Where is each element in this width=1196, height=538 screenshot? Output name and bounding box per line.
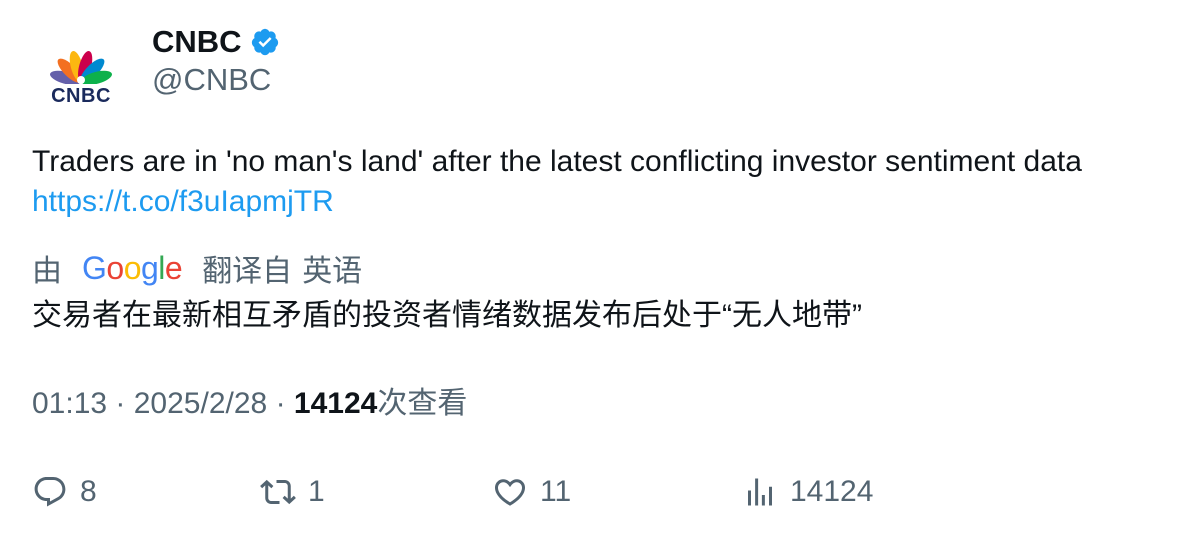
cnbc-peacock-icon bbox=[50, 51, 112, 84]
meta-separator-2: · bbox=[275, 387, 294, 420]
views-action-count: 14124 bbox=[790, 475, 874, 508]
translation-attribution: 由 Google 翻译自 英语 bbox=[32, 246, 362, 290]
reply-button[interactable]: 8 bbox=[32, 470, 97, 514]
author-handle[interactable]: @CNBC bbox=[152, 62, 271, 98]
like-count: 11 bbox=[540, 475, 572, 508]
tweet-link[interactable]: https://t.co/f3uIapmjTR bbox=[32, 182, 1182, 222]
meta-separator: · bbox=[115, 387, 134, 420]
views-button[interactable]: 14124 bbox=[742, 470, 873, 514]
reply-count: 8 bbox=[80, 475, 97, 508]
tweet-body: Traders are in 'no man's land' after the… bbox=[32, 145, 1082, 178]
tweet-meta: 01:13 · 2025/2/28 · 14124次查看 bbox=[32, 384, 467, 424]
author-name-row: CNBC bbox=[152, 22, 280, 62]
google-logo[interactable]: Google bbox=[82, 250, 183, 287]
like-button[interactable]: 11 bbox=[492, 470, 571, 514]
tweet-time[interactable]: 01:13 bbox=[32, 387, 107, 420]
source-language: 英语 bbox=[302, 255, 363, 288]
avatar-logo-text: CNBC bbox=[51, 85, 111, 107]
reply-icon bbox=[34, 477, 66, 507]
views-label: 次查看 bbox=[377, 387, 468, 420]
tweet-date[interactable]: 2025/2/28 bbox=[134, 387, 267, 420]
avatar[interactable]: CNBC bbox=[32, 28, 130, 126]
views-icon bbox=[748, 478, 772, 506]
display-name[interactable]: CNBC bbox=[152, 24, 242, 60]
translated-from-label: 翻译自 bbox=[202, 255, 293, 288]
heart-icon bbox=[494, 479, 526, 506]
tweet-text: Traders are in 'no man's land' after the… bbox=[32, 142, 1182, 222]
retweet-button[interactable]: 1 bbox=[260, 470, 325, 514]
action-bar: 8 1 11 14124 bbox=[32, 470, 1162, 514]
verified-badge-icon bbox=[251, 28, 278, 56]
views-count: 14124 bbox=[293, 387, 378, 420]
retweet-icon bbox=[260, 479, 296, 505]
retweet-count: 1 bbox=[308, 475, 325, 508]
translated-by-label: 由 bbox=[32, 255, 62, 288]
translated-text: 交易者在最新相互矛盾的投资者情绪数据发布后处于“无人地带” bbox=[32, 299, 862, 332]
